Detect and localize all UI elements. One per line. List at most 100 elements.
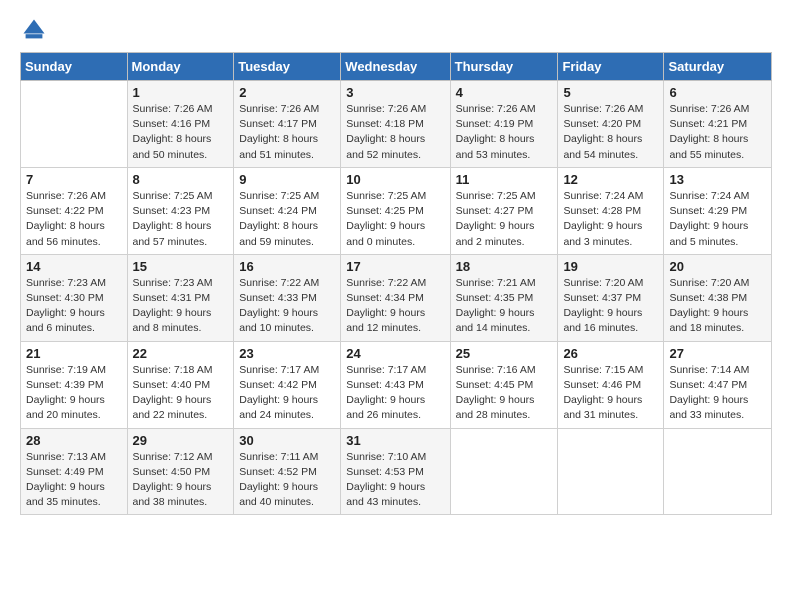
- day-detail: Sunrise: 7:20 AMSunset: 4:38 PMDaylight:…: [669, 276, 766, 337]
- day-number: 30: [239, 433, 335, 448]
- day-detail: Sunrise: 7:12 AMSunset: 4:50 PMDaylight:…: [133, 450, 229, 511]
- day-cell: [450, 428, 558, 515]
- day-number: 14: [26, 259, 122, 274]
- day-cell: 17 Sunrise: 7:22 AMSunset: 4:34 PMDayligh…: [341, 254, 450, 341]
- day-number: 6: [669, 85, 766, 100]
- day-detail: Sunrise: 7:25 AMSunset: 4:25 PMDaylight:…: [346, 189, 444, 250]
- calendar-table: SundayMondayTuesdayWednesdayThursdayFrid…: [20, 52, 772, 515]
- day-number: 8: [133, 172, 229, 187]
- day-detail: Sunrise: 7:20 AMSunset: 4:37 PMDaylight:…: [563, 276, 658, 337]
- week-row-2: 7 Sunrise: 7:26 AMSunset: 4:22 PMDaylight…: [21, 167, 772, 254]
- day-detail: Sunrise: 7:22 AMSunset: 4:34 PMDaylight:…: [346, 276, 444, 337]
- day-number: 7: [26, 172, 122, 187]
- day-detail: Sunrise: 7:26 AMSunset: 4:19 PMDaylight:…: [456, 102, 553, 163]
- day-number: 29: [133, 433, 229, 448]
- day-cell: [21, 81, 128, 168]
- day-cell: 20 Sunrise: 7:20 AMSunset: 4:38 PMDayligh…: [664, 254, 772, 341]
- week-row-4: 21 Sunrise: 7:19 AMSunset: 4:39 PMDayligh…: [21, 341, 772, 428]
- day-cell: 9Sunrise: 7:25 AMSunset: 4:24 PMDaylight…: [234, 167, 341, 254]
- day-cell: 4 Sunrise: 7:26 AMSunset: 4:19 PMDaylight…: [450, 81, 558, 168]
- day-detail: Sunrise: 7:18 AMSunset: 4:40 PMDaylight:…: [133, 363, 229, 424]
- day-number: 15: [133, 259, 229, 274]
- day-number: 25: [456, 346, 553, 361]
- day-cell: 22 Sunrise: 7:18 AMSunset: 4:40 PMDayligh…: [127, 341, 234, 428]
- day-number: 12: [563, 172, 658, 187]
- day-detail: Sunrise: 7:17 AMSunset: 4:43 PMDaylight:…: [346, 363, 444, 424]
- day-number: 2: [239, 85, 335, 100]
- day-number: 19: [563, 259, 658, 274]
- header-day-tuesday: Tuesday: [234, 53, 341, 81]
- day-number: 21: [26, 346, 122, 361]
- day-number: 3: [346, 85, 444, 100]
- week-row-5: 28 Sunrise: 7:13 AMSunset: 4:49 PMDayligh…: [21, 428, 772, 515]
- day-number: 20: [669, 259, 766, 274]
- day-number: 24: [346, 346, 444, 361]
- day-cell: 5 Sunrise: 7:26 AMSunset: 4:20 PMDaylight…: [558, 81, 664, 168]
- day-cell: 26Sunrise: 7:15 AMSunset: 4:46 PMDayligh…: [558, 341, 664, 428]
- day-cell: 15 Sunrise: 7:23 AMSunset: 4:31 PMDayligh…: [127, 254, 234, 341]
- day-detail: Sunrise: 7:23 AMSunset: 4:31 PMDaylight:…: [133, 276, 229, 337]
- day-detail: Sunrise: 7:14 AMSunset: 4:47 PMDaylight:…: [669, 363, 766, 424]
- day-detail: Sunrise: 7:25 AMSunset: 4:24 PMDaylight:…: [239, 189, 335, 250]
- day-number: 28: [26, 433, 122, 448]
- day-cell: 2 Sunrise: 7:26 AMSunset: 4:17 PMDaylight…: [234, 81, 341, 168]
- day-cell: 8 Sunrise: 7:25 AMSunset: 4:23 PMDaylight…: [127, 167, 234, 254]
- day-cell: 14Sunrise: 7:23 AMSunset: 4:30 PMDayligh…: [21, 254, 128, 341]
- day-cell: [558, 428, 664, 515]
- day-detail: Sunrise: 7:24 AMSunset: 4:29 PMDaylight:…: [669, 189, 766, 250]
- day-number: 5: [563, 85, 658, 100]
- day-detail: Sunrise: 7:10 AMSunset: 4:53 PMDaylight:…: [346, 450, 444, 511]
- day-number: 4: [456, 85, 553, 100]
- week-row-1: 1Sunrise: 7:26 AMSunset: 4:16 PMDaylight…: [21, 81, 772, 168]
- day-number: 31: [346, 433, 444, 448]
- header-row: SundayMondayTuesdayWednesdayThursdayFrid…: [21, 53, 772, 81]
- day-detail: Sunrise: 7:11 AMSunset: 4:52 PMDaylight:…: [239, 450, 335, 511]
- day-detail: Sunrise: 7:26 AMSunset: 4:20 PMDaylight:…: [563, 102, 658, 163]
- day-detail: Sunrise: 7:25 AMSunset: 4:23 PMDaylight:…: [133, 189, 229, 250]
- day-cell: 18Sunrise: 7:21 AMSunset: 4:35 PMDayligh…: [450, 254, 558, 341]
- day-number: 16: [239, 259, 335, 274]
- header-day-wednesday: Wednesday: [341, 53, 450, 81]
- day-detail: Sunrise: 7:21 AMSunset: 4:35 PMDaylight:…: [456, 276, 553, 337]
- day-cell: 19 Sunrise: 7:20 AMSunset: 4:37 PMDayligh…: [558, 254, 664, 341]
- day-cell: 3 Sunrise: 7:26 AMSunset: 4:18 PMDaylight…: [341, 81, 450, 168]
- week-row-3: 14Sunrise: 7:23 AMSunset: 4:30 PMDayligh…: [21, 254, 772, 341]
- day-number: 11: [456, 172, 553, 187]
- day-cell: 28 Sunrise: 7:13 AMSunset: 4:49 PMDayligh…: [21, 428, 128, 515]
- day-detail: Sunrise: 7:24 AMSunset: 4:28 PMDaylight:…: [563, 189, 658, 250]
- day-number: 22: [133, 346, 229, 361]
- day-detail: Sunrise: 7:26 AMSunset: 4:21 PMDaylight:…: [669, 102, 766, 163]
- day-cell: 16 Sunrise: 7:22 AMSunset: 4:33 PMDayligh…: [234, 254, 341, 341]
- calendar-page: SundayMondayTuesdayWednesdayThursdayFrid…: [0, 0, 792, 612]
- day-cell: 10 Sunrise: 7:25 AMSunset: 4:25 PMDayligh…: [341, 167, 450, 254]
- day-number: 17: [346, 259, 444, 274]
- day-detail: Sunrise: 7:22 AMSunset: 4:33 PMDaylight:…: [239, 276, 335, 337]
- day-cell: [664, 428, 772, 515]
- day-cell: 11Sunrise: 7:25 AMSunset: 4:27 PMDayligh…: [450, 167, 558, 254]
- day-number: 23: [239, 346, 335, 361]
- header: [20, 16, 772, 44]
- day-detail: Sunrise: 7:26 AMSunset: 4:18 PMDaylight:…: [346, 102, 444, 163]
- calendar-body: 1Sunrise: 7:26 AMSunset: 4:16 PMDaylight…: [21, 81, 772, 515]
- day-number: 27: [669, 346, 766, 361]
- day-cell: 29 Sunrise: 7:12 AMSunset: 4:50 PMDayligh…: [127, 428, 234, 515]
- day-cell: 23 Sunrise: 7:17 AMSunset: 4:42 PMDayligh…: [234, 341, 341, 428]
- day-number: 10: [346, 172, 444, 187]
- day-detail: Sunrise: 7:15 AMSunset: 4:46 PMDaylight:…: [563, 363, 658, 424]
- day-cell: 30 Sunrise: 7:11 AMSunset: 4:52 PMDayligh…: [234, 428, 341, 515]
- day-detail: Sunrise: 7:26 AMSunset: 4:22 PMDaylight:…: [26, 189, 122, 250]
- day-cell: 21 Sunrise: 7:19 AMSunset: 4:39 PMDayligh…: [21, 341, 128, 428]
- day-cell: 12 Sunrise: 7:24 AMSunset: 4:28 PMDayligh…: [558, 167, 664, 254]
- day-detail: Sunrise: 7:13 AMSunset: 4:49 PMDaylight:…: [26, 450, 122, 511]
- day-detail: Sunrise: 7:17 AMSunset: 4:42 PMDaylight:…: [239, 363, 335, 424]
- header-day-thursday: Thursday: [450, 53, 558, 81]
- day-number: 1: [133, 85, 229, 100]
- day-detail: Sunrise: 7:26 AMSunset: 4:17 PMDaylight:…: [239, 102, 335, 163]
- day-cell: 24 Sunrise: 7:17 AMSunset: 4:43 PMDayligh…: [341, 341, 450, 428]
- day-detail: Sunrise: 7:19 AMSunset: 4:39 PMDaylight:…: [26, 363, 122, 424]
- day-cell: 13Sunrise: 7:24 AMSunset: 4:29 PMDayligh…: [664, 167, 772, 254]
- header-day-saturday: Saturday: [664, 53, 772, 81]
- day-cell: 31 Sunrise: 7:10 AMSunset: 4:53 PMDayligh…: [341, 428, 450, 515]
- day-detail: Sunrise: 7:16 AMSunset: 4:45 PMDaylight:…: [456, 363, 553, 424]
- header-day-sunday: Sunday: [21, 53, 128, 81]
